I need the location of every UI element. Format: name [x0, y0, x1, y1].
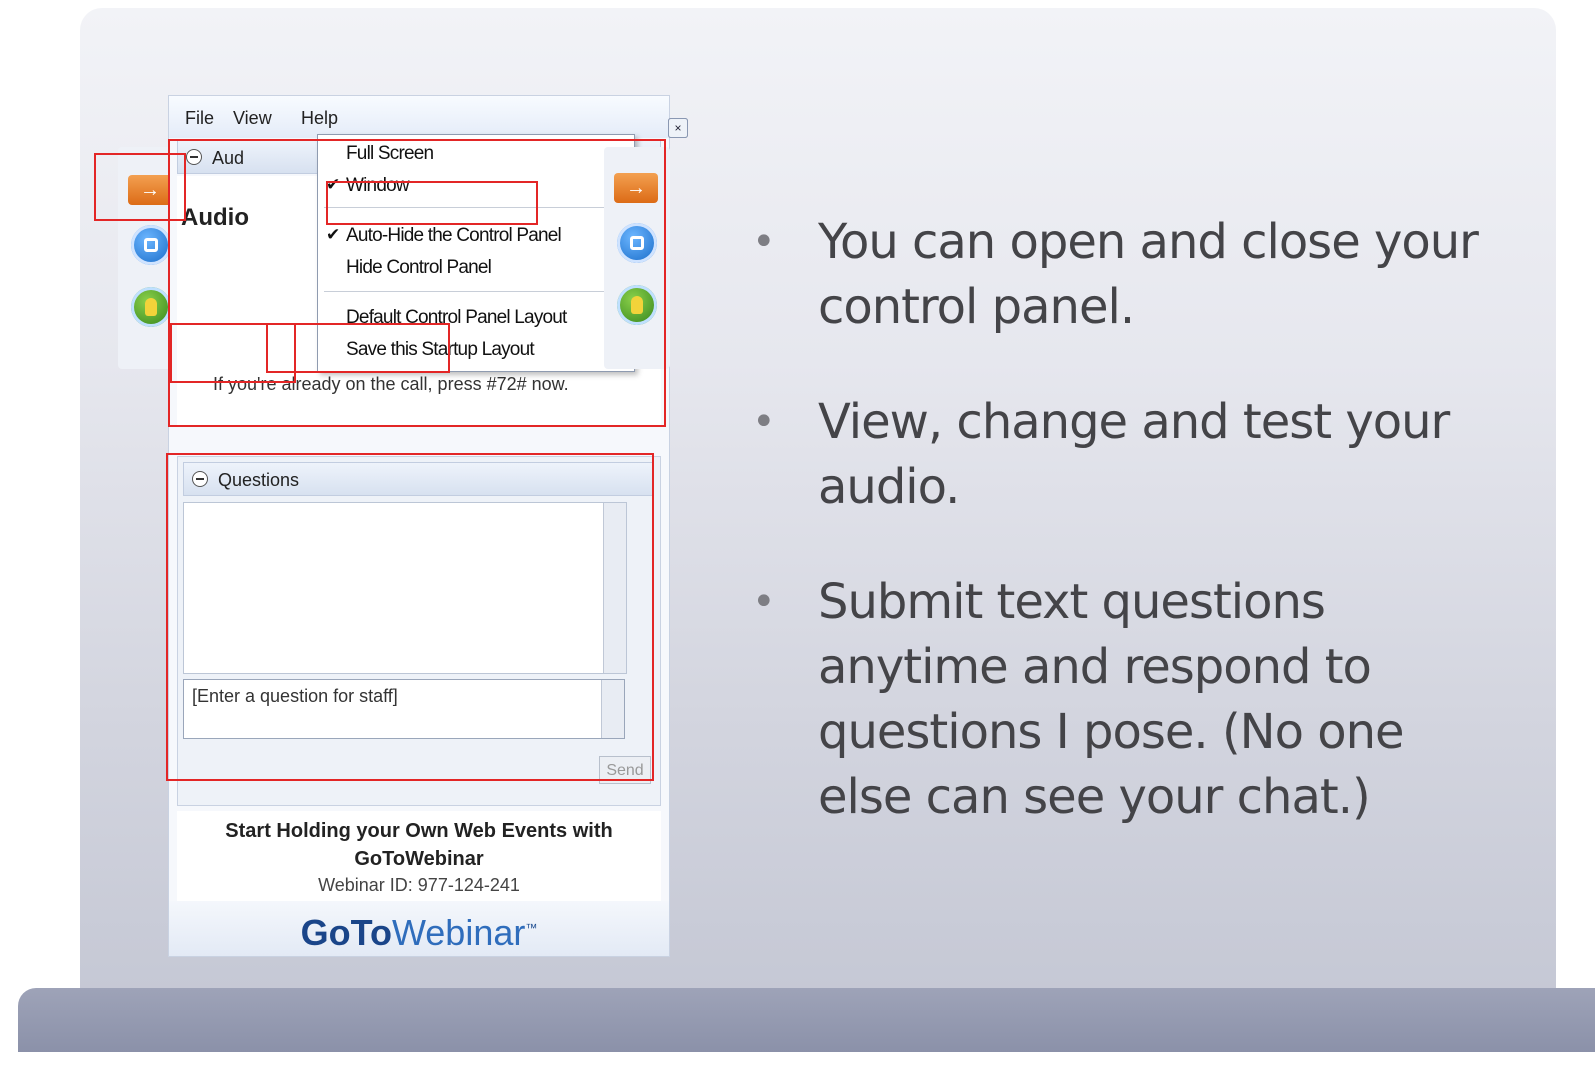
bullet-item: • Submit text questions anytime and respo… [740, 570, 1500, 830]
promo-line2[interactable]: GoToWebinar [177, 845, 661, 873]
menu-bar: File View Help _▢↻× [169, 96, 688, 138]
bullet-dot: • [752, 399, 776, 445]
bullet-item: • You can open and close your control pan… [740, 210, 1500, 340]
highlight-save-layout [266, 323, 450, 373]
bullet-text: You can open and close your control pane… [818, 214, 1479, 335]
bullet-item: • View, change and test your audio. [740, 390, 1500, 520]
audio-globe-icon[interactable] [131, 287, 171, 327]
menu-help[interactable]: Help [301, 108, 338, 129]
logo-tm: ™ [525, 921, 538, 935]
close-button[interactable]: × [668, 118, 688, 138]
highlight-window-item [326, 181, 538, 225]
slide-base-bar [18, 988, 1595, 1052]
bullet-dot: • [752, 579, 776, 625]
bullet-text: View, change and test your audio. [818, 394, 1450, 515]
control-panel-screenshot: → File View Help _▢↻× Aud Audio rs If yo… [94, 95, 688, 957]
logo-webinar: Webinar [391, 912, 526, 953]
menu-file[interactable]: File [185, 108, 214, 129]
bullet-dot: • [752, 219, 776, 265]
bullet-text: Submit text questions anytime and respon… [818, 574, 1405, 825]
screen-share-icon[interactable] [131, 225, 171, 265]
gotowebinar-logo: GoToWebinar™ [169, 901, 669, 956]
menu-view[interactable]: View [233, 108, 272, 129]
bullet-list: • You can open and close your control pan… [740, 210, 1500, 880]
promo-box: Start Holding your Own Web Events with G… [177, 811, 661, 901]
highlight-questions-panel [166, 453, 654, 781]
logo-goto: GoTo [300, 912, 392, 953]
webinar-id: Webinar ID: 977-124-241 [318, 875, 520, 895]
promo-line1: Start Holding your Own Web Events with [225, 820, 613, 842]
